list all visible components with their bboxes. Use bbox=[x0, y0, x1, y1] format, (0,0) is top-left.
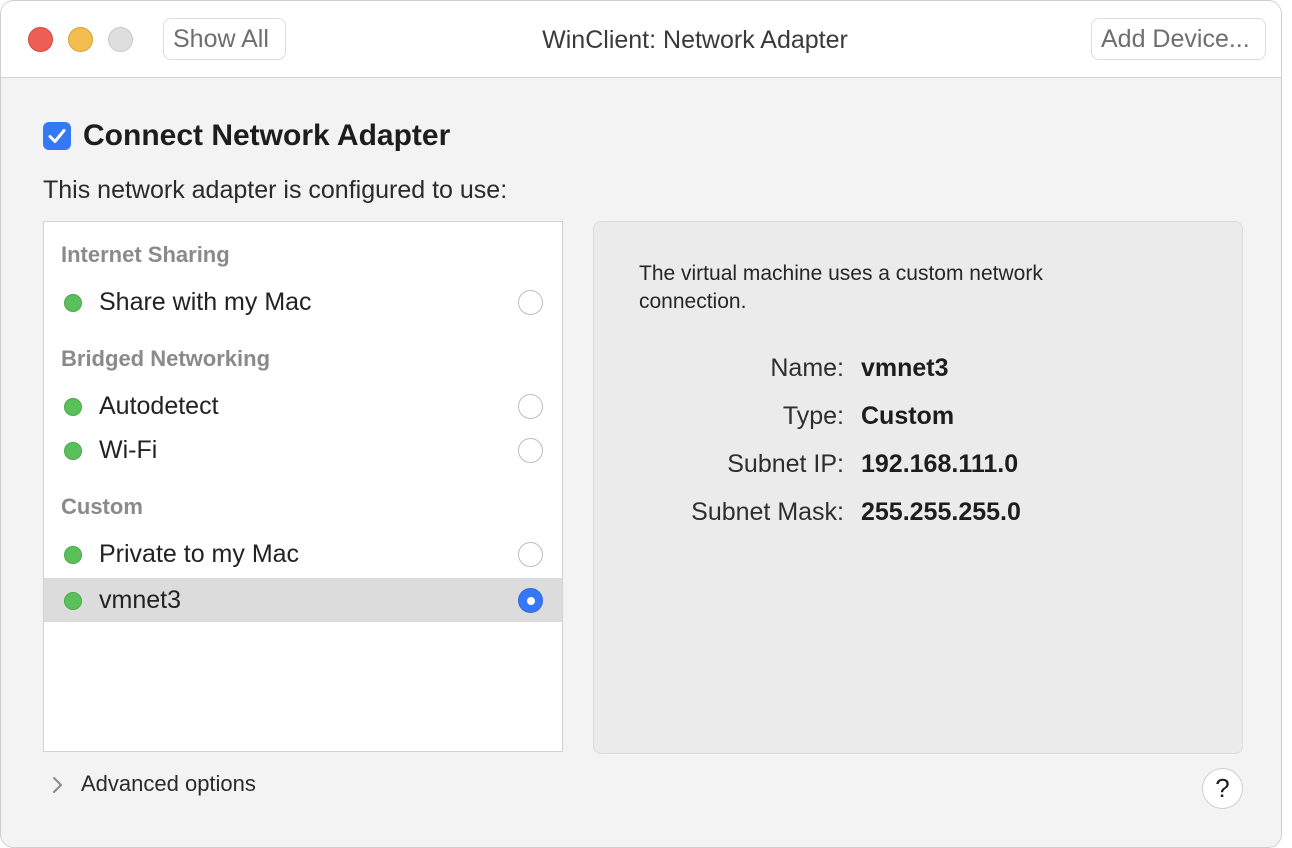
connect-network-adapter-label[interactable]: Connect Network Adapter bbox=[83, 117, 450, 155]
network-adapter-window: Show All WinClient: Network Adapter Add … bbox=[0, 0, 1282, 848]
info-description: The virtual machine uses a custom networ… bbox=[639, 262, 1043, 313]
network-source-list: Internet Sharing Share with my Mac Bridg… bbox=[43, 221, 563, 752]
group-header-internet-sharing: Internet Sharing bbox=[61, 242, 230, 267]
list-item-vmnet3[interactable]: vmnet3 bbox=[44, 578, 562, 622]
field-value-name: vmnet3 bbox=[861, 354, 949, 382]
window-title: WinClient: Network Adapter bbox=[542, 26, 848, 54]
checkmark-icon bbox=[48, 129, 66, 143]
radio-private-to-my-mac[interactable] bbox=[518, 542, 543, 567]
list-item-label: Autodetect bbox=[99, 392, 219, 420]
radio-wi-fi[interactable] bbox=[518, 438, 543, 463]
radio-vmnet3[interactable] bbox=[518, 588, 543, 613]
radio-share-with-my-mac[interactable] bbox=[518, 290, 543, 315]
help-button[interactable]: ? bbox=[1202, 768, 1243, 809]
field-key-name: Name: bbox=[770, 354, 844, 382]
field-key-subnet-mask: Subnet Mask: bbox=[691, 498, 844, 526]
field-value-subnet-mask: 255.255.255.0 bbox=[861, 498, 1021, 526]
list-item-wi-fi[interactable]: Wi-Fi bbox=[44, 428, 562, 472]
network-info-panel: The virtual machine uses a custom networ… bbox=[593, 221, 1243, 754]
field-key-subnet-ip: Subnet IP: bbox=[727, 450, 844, 478]
configured-to-use-label: This network adapter is configured to us… bbox=[43, 176, 508, 204]
group-header-bridged-networking: Bridged Networking bbox=[61, 346, 271, 371]
list-item-private-to-my-mac[interactable]: Private to my Mac bbox=[44, 532, 562, 576]
list-item-label: vmnet3 bbox=[99, 586, 181, 614]
status-dot-icon bbox=[64, 294, 82, 312]
field-value-subnet-ip: 192.168.111.0 bbox=[861, 450, 1019, 478]
chevron-right-icon[interactable] bbox=[51, 776, 65, 794]
radio-autodetect[interactable] bbox=[518, 394, 543, 419]
status-dot-icon bbox=[64, 398, 82, 416]
list-item-label: Share with my Mac bbox=[99, 288, 312, 316]
title-bar: Show All WinClient: Network Adapter Add … bbox=[1, 1, 1281, 78]
field-value-type: Custom bbox=[861, 402, 955, 430]
list-item-autodetect[interactable]: Autodetect bbox=[44, 384, 562, 428]
status-dot-icon bbox=[64, 442, 82, 460]
connect-network-adapter-checkbox[interactable] bbox=[43, 122, 71, 150]
status-dot-icon bbox=[64, 592, 82, 610]
list-item-share-with-my-mac[interactable]: Share with my Mac bbox=[44, 280, 562, 324]
status-dot-icon bbox=[64, 546, 82, 564]
group-header-custom: Custom bbox=[61, 494, 143, 519]
advanced-options-disclosure[interactable]: Advanced options bbox=[81, 769, 256, 799]
list-item-label: Private to my Mac bbox=[99, 540, 300, 568]
list-item-label: Wi-Fi bbox=[99, 436, 158, 464]
add-device-button[interactable]: Add Device... bbox=[1091, 18, 1266, 60]
field-key-type: Type: bbox=[782, 402, 844, 430]
